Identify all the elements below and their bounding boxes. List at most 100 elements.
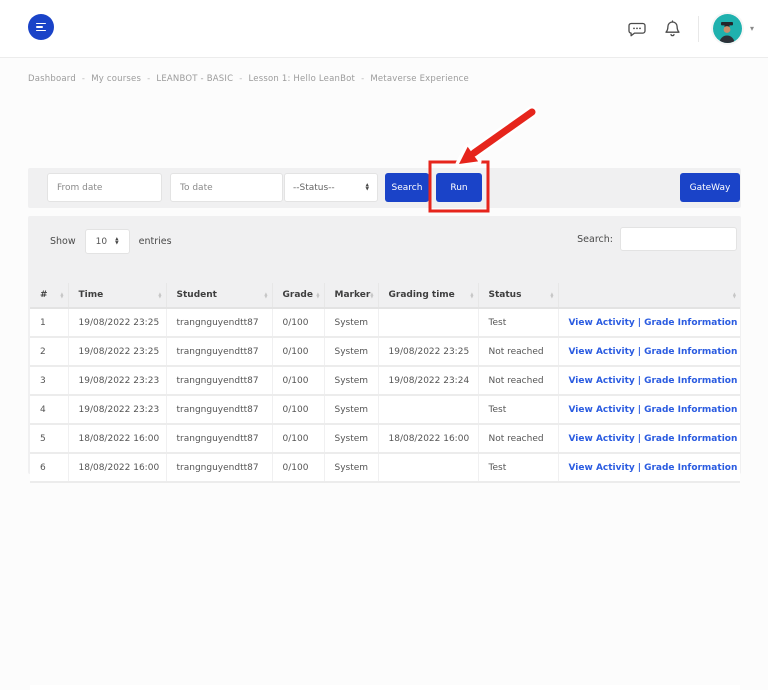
gateway-button[interactable]: GateWay xyxy=(680,173,740,202)
action-separator: | xyxy=(637,462,642,473)
cell-marker: System xyxy=(324,366,379,396)
breadcrumb-separator: - xyxy=(361,74,365,84)
filter-bar: --Status-- ▲▼ Search Run GateWay xyxy=(28,168,741,208)
cell-grading-time: 19/08/2022 23:24 xyxy=(378,366,479,396)
cell-actions: View Activity | Grade Information xyxy=(558,395,740,425)
view-activity-link[interactable]: View Activity xyxy=(569,318,635,328)
table-search-label: Search: xyxy=(577,233,613,245)
results-panel: Show 10 ▲ ▼ entries Search: # ▲ ▼ Time ▲ ▼ St… xyxy=(28,216,741,690)
table-row: 5 18/08/2022 16:00 trangnguyendtt87 0/10… xyxy=(30,424,740,454)
cell-grading-time xyxy=(378,308,479,338)
cell-num: 1 xyxy=(30,308,69,338)
select-arrows-icon: ▲ ▼ xyxy=(115,236,119,246)
col-header-grade[interactable]: Grade ▲ ▼ xyxy=(272,283,325,309)
grade-information-link[interactable]: Grade Information xyxy=(644,318,737,328)
breadcrumb: Dashboard - My courses - LEANBOT - BASIC… xyxy=(28,74,469,84)
col-header-time[interactable]: Time ▲ ▼ xyxy=(68,283,167,309)
grade-information-link[interactable]: Grade Information xyxy=(644,347,737,357)
cell-grading-time xyxy=(378,395,479,425)
table-search-control: Search: xyxy=(577,227,738,251)
action-separator: | xyxy=(637,375,642,386)
cell-grade: 0/100 xyxy=(272,366,325,396)
col-header-student[interactable]: Student ▲ ▼ xyxy=(166,283,273,309)
grade-information-link[interactable]: Grade Information xyxy=(644,376,737,386)
view-activity-link[interactable]: View Activity xyxy=(569,376,635,386)
col-header-num[interactable]: # ▲ ▼ xyxy=(30,283,69,309)
sort-icon: ▲ ▼ xyxy=(60,290,64,299)
notification-bell-icon[interactable] xyxy=(662,18,684,40)
cell-student: trangnguyendtt87 xyxy=(166,366,273,396)
page-size-select[interactable]: 10 ▲ ▼ xyxy=(84,229,130,254)
cell-actions: View Activity | Grade Information xyxy=(558,424,740,454)
show-label: Show xyxy=(50,236,76,247)
cell-time: 19/08/2022 23:25 xyxy=(68,308,167,338)
cell-num: 4 xyxy=(30,395,69,425)
cell-status: Not reached xyxy=(478,424,559,454)
table-row: 6 18/08/2022 16:00 trangnguyendtt87 0/10… xyxy=(30,453,740,483)
status-select[interactable]: --Status-- ▲ ▼ xyxy=(284,173,378,202)
cell-student: trangnguyendtt87 xyxy=(166,308,273,338)
search-button[interactable]: Search xyxy=(385,173,429,202)
sort-icon: ▲ ▼ xyxy=(470,290,474,299)
col-header-actions[interactable]: ▲ ▼ xyxy=(558,283,740,309)
breadcrumb-course[interactable]: LEANBOT - BASIC xyxy=(156,74,233,84)
breadcrumb-my-courses[interactable]: My courses xyxy=(91,74,141,84)
results-table: # ▲ ▼ Time ▲ ▼ Student ▲ ▼ Grade ▲ ▼ Marker ▲ ▼ Gr… xyxy=(30,283,740,483)
cell-grading-time: 19/08/2022 23:25 xyxy=(378,337,479,367)
action-separator: | xyxy=(637,433,642,444)
user-avatar[interactable] xyxy=(712,14,742,43)
chat-bubble-icon[interactable] xyxy=(626,18,648,40)
select-arrows-icon: ▲ ▼ xyxy=(365,182,369,192)
breadcrumb-dashboard[interactable]: Dashboard xyxy=(28,74,76,84)
run-button[interactable]: Run xyxy=(436,173,482,202)
cell-time: 19/08/2022 23:23 xyxy=(68,366,167,396)
cell-actions: View Activity | Grade Information xyxy=(558,366,740,396)
breadcrumb-separator: - xyxy=(81,74,86,84)
cell-student: trangnguyendtt87 xyxy=(166,424,273,454)
annotation-arrow-icon xyxy=(455,106,538,168)
sort-icon: ▲ ▼ xyxy=(158,290,162,299)
col-header-marker[interactable]: Marker ▲ ▼ xyxy=(324,283,379,309)
action-separator: | xyxy=(637,317,642,328)
cell-status: Test xyxy=(478,453,559,483)
grade-information-link[interactable]: Grade Information xyxy=(644,463,737,473)
page-size-value: 10 xyxy=(95,236,108,247)
top-navbar: ▾ xyxy=(0,0,768,58)
grade-information-link[interactable]: Grade Information xyxy=(644,405,737,415)
entries-label: entries xyxy=(138,236,172,247)
table-row: 1 19/08/2022 23:25 trangnguyendtt87 0/10… xyxy=(30,308,740,338)
breadcrumb-lesson[interactable]: Lesson 1: Hello LeanBot xyxy=(249,74,356,84)
view-activity-link[interactable]: View Activity xyxy=(569,405,635,415)
chevron-down-icon[interactable]: ▾ xyxy=(750,24,754,33)
cell-grade: 0/100 xyxy=(272,424,325,454)
action-separator: | xyxy=(637,404,642,415)
view-activity-link[interactable]: View Activity xyxy=(569,434,635,444)
cell-actions: View Activity | Grade Information xyxy=(558,308,740,338)
view-activity-link[interactable]: View Activity xyxy=(569,347,635,357)
table-row-partial xyxy=(30,685,740,690)
table-row: 3 19/08/2022 23:23 trangnguyendtt87 0/10… xyxy=(30,366,740,396)
cell-grade: 0/100 xyxy=(272,308,325,338)
action-separator: | xyxy=(637,346,642,357)
cell-grade: 0/100 xyxy=(272,453,325,483)
table-search-input[interactable] xyxy=(620,227,737,251)
cell-time: 18/08/2022 16:00 xyxy=(68,453,167,483)
breadcrumb-activity[interactable]: Metaverse Experience xyxy=(370,74,469,84)
col-header-status[interactable]: Status ▲ ▼ xyxy=(478,283,559,309)
sort-icon: ▲ ▼ xyxy=(370,290,374,299)
col-header-grading-time[interactable]: Grading time ▲ ▼ xyxy=(378,283,479,309)
cell-actions: View Activity | Grade Information xyxy=(558,337,740,367)
grade-information-link[interactable]: Grade Information xyxy=(644,434,737,444)
to-date-input[interactable] xyxy=(170,173,283,202)
cell-grade: 0/100 xyxy=(272,395,325,425)
header-divider xyxy=(697,15,699,42)
cell-time: 19/08/2022 23:25 xyxy=(68,337,167,367)
cell-marker: System xyxy=(324,424,379,454)
breadcrumb-separator: - xyxy=(147,74,151,84)
cell-status: Test xyxy=(478,395,559,425)
app-logo[interactable] xyxy=(28,14,54,40)
view-activity-link[interactable]: View Activity xyxy=(569,463,635,473)
cell-marker: System xyxy=(324,395,379,425)
from-date-input[interactable] xyxy=(47,173,162,202)
table-row: 4 19/08/2022 23:23 trangnguyendtt87 0/10… xyxy=(30,395,740,425)
